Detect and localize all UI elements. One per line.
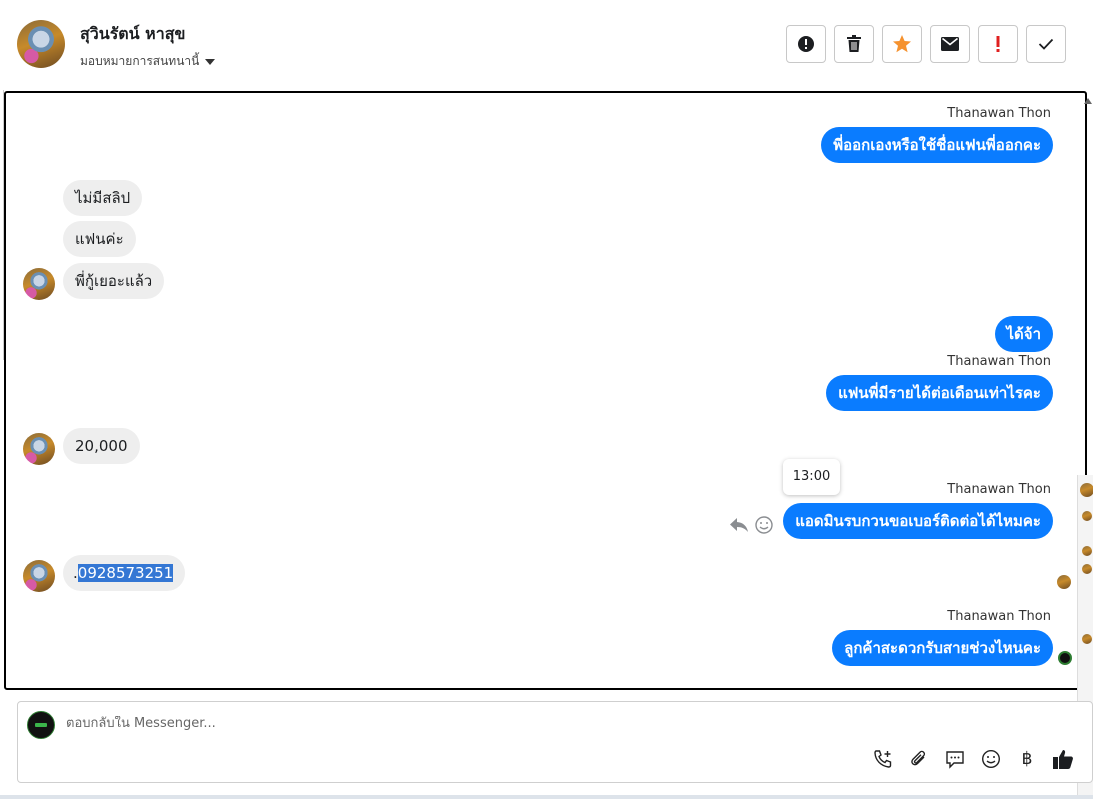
assign-conversation-dropdown[interactable]: มอบหมายการสนทนานี้	[80, 52, 216, 71]
done-action-button[interactable]	[1026, 25, 1066, 63]
saved-replies-button[interactable]	[944, 748, 966, 770]
page-bottom-bar	[0, 795, 1093, 799]
incoming-message[interactable]: .0928573251	[63, 555, 186, 591]
smile-icon	[981, 749, 1001, 769]
sender-name: Thanawan Thon	[947, 106, 1051, 121]
reply-icon[interactable]	[729, 517, 749, 533]
contact-avatar-small	[23, 560, 55, 592]
scroll-up-arrow-icon[interactable]	[1084, 98, 1092, 104]
star-icon	[893, 35, 911, 53]
payment-button[interactable]: ฿	[1016, 748, 1038, 770]
incoming-message[interactable]: ไม่มีสลิป	[63, 180, 143, 216]
rail-avatar[interactable]	[1080, 483, 1093, 497]
sender-name: Thanawan Thon	[947, 609, 1051, 624]
emoji-button[interactable]	[980, 748, 1002, 770]
caret-down-icon	[205, 58, 216, 65]
envelope-icon	[941, 37, 959, 51]
composer-toolbar: ฿	[872, 748, 1074, 770]
chat-bubble-icon	[946, 751, 964, 769]
thumbs-up-icon	[1053, 750, 1073, 769]
phone-plus-button[interactable]	[872, 748, 894, 770]
attach-file-button[interactable]	[908, 748, 930, 770]
outgoing-message[interactable]: พี่ออกเองหรือใช้ชื่อแฟนพี่ออกคะ	[821, 127, 1053, 163]
important-action-button[interactable]	[978, 25, 1018, 63]
conversation-header: สุวินรัตน์ หาสุข มอบหมายการสนทนานี้	[0, 0, 1093, 90]
delete-action-button[interactable]	[834, 25, 874, 63]
mail-action-button[interactable]	[930, 25, 970, 63]
outgoing-message[interactable]: แอดมินรบกวนขอเบอร์ติดต่อได้ไหมคะ	[783, 503, 1053, 539]
contact-name[interactable]: สุวินรัตน์ หาสุข	[80, 22, 185, 47]
sender-name: Thanawan Thon	[947, 482, 1051, 497]
conversation-toolbar	[786, 25, 1066, 63]
incoming-message[interactable]: พี่กู้เยอะแล้ว	[63, 263, 165, 299]
contact-avatar-small	[23, 433, 55, 465]
like-button[interactable]	[1052, 748, 1074, 770]
page-seen-indicator	[1058, 651, 1072, 665]
message-hover-actions	[729, 516, 773, 534]
baht-icon: ฿	[1021, 749, 1033, 769]
rail-avatar[interactable]	[1082, 634, 1092, 644]
contact-avatar-small	[23, 268, 55, 300]
react-smile-icon[interactable]	[755, 516, 773, 534]
trash-icon	[847, 35, 861, 52]
exclamation-icon	[996, 36, 1000, 52]
page-avatar	[27, 711, 55, 739]
assign-label: มอบหมายการสนทนานี้	[80, 54, 200, 68]
paperclip-icon	[911, 750, 926, 766]
outgoing-message[interactable]: ลูกค้าสะดวกรับสายช่วงไหนคะ	[832, 630, 1053, 666]
exclamation-circle-icon	[798, 36, 814, 52]
message-thread[interactable]: Thanawan Thon พี่ออกเองหรือใช้ชื่อแฟนพี่…	[4, 91, 1087, 690]
reply-input[interactable]	[66, 716, 666, 731]
selected-phone-number[interactable]: 0928573251	[77, 564, 174, 582]
message-composer: ฿	[17, 701, 1093, 783]
check-icon	[1038, 38, 1054, 50]
message-time-tooltip: 13:00	[783, 459, 840, 495]
incoming-message[interactable]: แฟนค่ะ	[63, 221, 136, 257]
alert-action-button[interactable]	[786, 25, 826, 63]
incoming-message[interactable]: 20,000	[63, 428, 140, 464]
phone-plus-icon	[874, 750, 892, 768]
contact-avatar[interactable]	[17, 20, 65, 68]
star-action-button[interactable]	[882, 25, 922, 63]
sender-name: Thanawan Thon	[947, 354, 1051, 369]
rail-avatar[interactable]	[1082, 546, 1092, 556]
outgoing-message[interactable]: ได้จ้า	[994, 316, 1053, 352]
read-receipt-avatar	[1057, 575, 1071, 589]
rail-avatar[interactable]	[1082, 511, 1092, 521]
outgoing-message[interactable]: แฟนพี่มีรายได้ต่อเดือนเท่าไรคะ	[826, 375, 1053, 411]
rail-avatar[interactable]	[1082, 564, 1092, 574]
